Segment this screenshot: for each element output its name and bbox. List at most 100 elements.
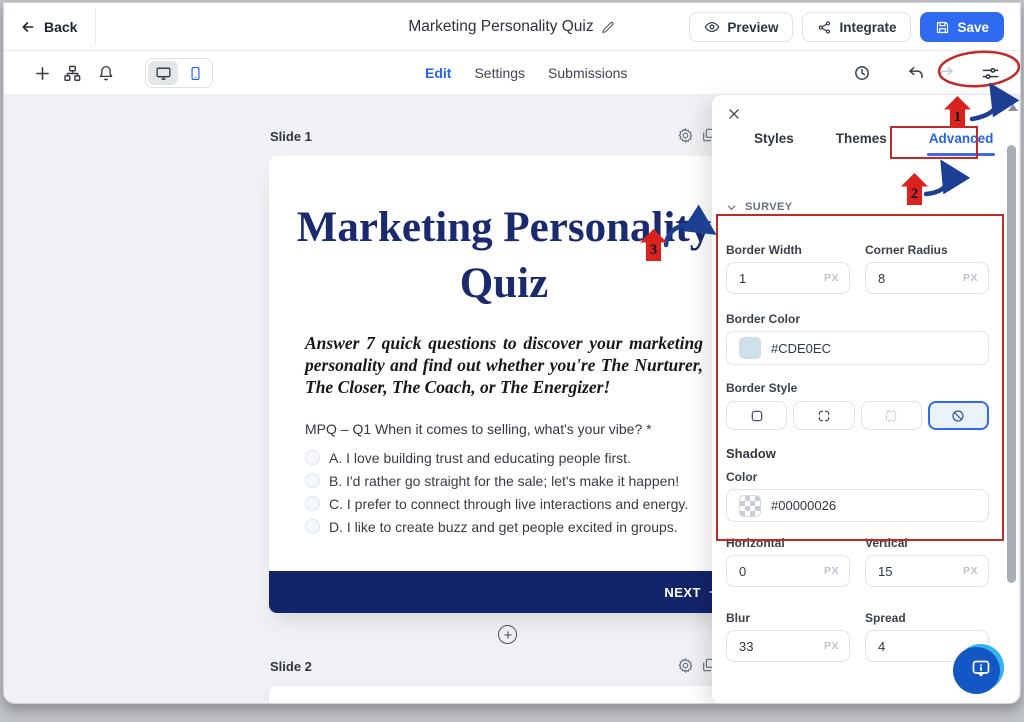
tab-styles[interactable]: Styles	[754, 131, 794, 156]
slide1-label: Slide 1	[270, 129, 312, 144]
border-style-dotted-button[interactable]	[861, 401, 922, 430]
survey-section-label: SURVEY	[745, 201, 792, 213]
blur-input[interactable]: 33 PX	[726, 630, 850, 662]
add-element-button[interactable]	[28, 59, 56, 87]
corner-radius-label: Corner Radius	[865, 243, 989, 257]
corner-radius-value: 8	[878, 271, 885, 286]
save-disk-icon	[935, 20, 950, 35]
shadow-color-swatch[interactable]	[739, 495, 761, 517]
integrate-button[interactable]: Integrate	[802, 12, 911, 42]
back-arrow-icon	[20, 19, 36, 35]
border-style-none-button[interactable]	[928, 401, 989, 430]
border-color-input[interactable]: #CDE0EC	[726, 331, 989, 365]
survey-section-header[interactable]: SURVEY	[726, 201, 792, 213]
edit-pencil-icon[interactable]	[601, 20, 616, 35]
option-label: D. I like to create buzz and get people …	[329, 519, 678, 535]
slide2-card[interactable]	[269, 686, 739, 704]
next-button[interactable]: NEXT	[269, 571, 739, 613]
border-width-value: 1	[739, 271, 746, 286]
notifications-bell-icon[interactable]	[92, 59, 120, 87]
px-unit: PX	[963, 565, 978, 577]
tab-edit[interactable]: Edit	[425, 65, 451, 81]
spread-value: 4	[878, 639, 885, 654]
shadow-color-input[interactable]: #00000026	[726, 489, 989, 522]
save-label: Save	[957, 20, 989, 35]
px-unit: PX	[963, 272, 978, 284]
version-history-icon[interactable]	[848, 59, 876, 87]
option-label: C. I prefer to connect through live inte…	[329, 496, 688, 512]
scrollbar-thumb[interactable]	[1007, 145, 1016, 583]
scrollbar-up-arrow[interactable]	[1008, 104, 1018, 111]
vertical-input[interactable]: 15 PX	[865, 555, 989, 587]
corner-radius-input[interactable]: 8 PX	[865, 262, 989, 294]
slide1-card: Marketing Personality Quiz Answer 7 quic…	[269, 156, 739, 613]
option-row[interactable]: C. I prefer to connect through live inte…	[305, 492, 703, 515]
horizontal-value: 0	[739, 564, 746, 579]
divider	[95, 9, 96, 45]
px-unit: PX	[824, 640, 839, 652]
next-label: NEXT	[664, 585, 701, 600]
border-width-label: Border Width	[726, 243, 850, 257]
add-slide-button[interactable]	[498, 625, 517, 644]
help-chat-button[interactable]	[957, 644, 1004, 691]
mobile-view-button[interactable]	[180, 61, 210, 85]
tab-submissions[interactable]: Submissions	[548, 65, 627, 81]
tab-settings[interactable]: Settings	[474, 65, 525, 81]
shadow-section-label: Shadow	[726, 446, 989, 461]
horizontal-input[interactable]: 0 PX	[726, 555, 850, 587]
px-unit: PX	[824, 565, 839, 577]
px-unit: PX	[824, 272, 839, 284]
quiz-intro[interactable]: Answer 7 quick questions to discover you…	[305, 333, 703, 399]
shadow-color-label: Color	[726, 470, 989, 484]
border-style-dashed-button[interactable]	[793, 401, 854, 430]
options-list: A. I love building trust and educating p…	[305, 446, 703, 538]
back-button[interactable]: Back	[20, 13, 77, 41]
back-label: Back	[44, 19, 77, 35]
save-button[interactable]: Save	[920, 12, 1004, 42]
quiz-question[interactable]: MPQ – Q1 When it comes to selling, what'…	[305, 421, 703, 437]
vertical-value: 15	[878, 564, 892, 579]
chat-bubble-icon	[969, 656, 993, 680]
horizontal-label: Horizontal	[726, 536, 850, 550]
workflow-icon[interactable]	[58, 59, 86, 87]
tab-themes[interactable]: Themes	[836, 131, 887, 156]
option-label: A. I love building trust and educating p…	[329, 450, 631, 466]
option-row[interactable]: B. I'd rather go straight for the sale; …	[305, 469, 703, 492]
option-row[interactable]: A. I love building trust and educating p…	[305, 446, 703, 469]
preview-button[interactable]: Preview	[689, 12, 793, 42]
app-window: Back Marketing Personality Quiz Preview …	[3, 2, 1021, 704]
preview-label: Preview	[727, 20, 778, 35]
share-nodes-icon	[817, 20, 832, 35]
top-bar: Back Marketing Personality Quiz Preview …	[4, 3, 1020, 51]
chevron-down-icon	[726, 202, 737, 213]
border-style-solid-button[interactable]	[726, 401, 787, 430]
radio-icon[interactable]	[305, 473, 320, 488]
survey-fields: Border Width 1 PX Corner Radius 8 PX Bor…	[726, 243, 989, 662]
eye-icon	[704, 19, 720, 35]
tab-advanced[interactable]: Advanced	[929, 131, 994, 156]
quiz-title[interactable]: Marketing Personality Quiz	[294, 200, 714, 312]
border-color-label: Border Color	[726, 312, 989, 326]
radio-icon[interactable]	[305, 519, 320, 534]
radio-icon[interactable]	[305, 496, 320, 511]
slide2-settings-gear-icon[interactable]	[677, 657, 695, 675]
spread-label: Spread	[865, 611, 989, 625]
form-title: Marketing Personality Quiz	[408, 18, 593, 36]
border-color-swatch[interactable]	[739, 337, 761, 359]
blur-value: 33	[739, 639, 753, 654]
border-width-input[interactable]: 1 PX	[726, 262, 850, 294]
device-toggle	[145, 58, 213, 88]
undo-button[interactable]	[902, 59, 930, 87]
radio-icon[interactable]	[305, 450, 320, 465]
option-label: B. I'd rather go straight for the sale; …	[329, 473, 679, 489]
desktop-view-button[interactable]	[148, 61, 178, 85]
slide2-label: Slide 2	[270, 659, 312, 674]
shadow-color-value: #00000026	[771, 498, 836, 513]
builder-toolbar: Edit Settings Submissions	[4, 51, 1020, 95]
slide1-settings-gear-icon[interactable]	[677, 127, 695, 145]
advanced-designer-panel: Styles Themes Advanced SURVEY Border Wid…	[712, 95, 1019, 704]
redo-button[interactable]	[932, 59, 960, 87]
advanced-designer-sliders-icon[interactable]	[976, 59, 1004, 87]
close-icon[interactable]	[723, 103, 745, 125]
option-row[interactable]: D. I like to create buzz and get people …	[305, 515, 703, 538]
